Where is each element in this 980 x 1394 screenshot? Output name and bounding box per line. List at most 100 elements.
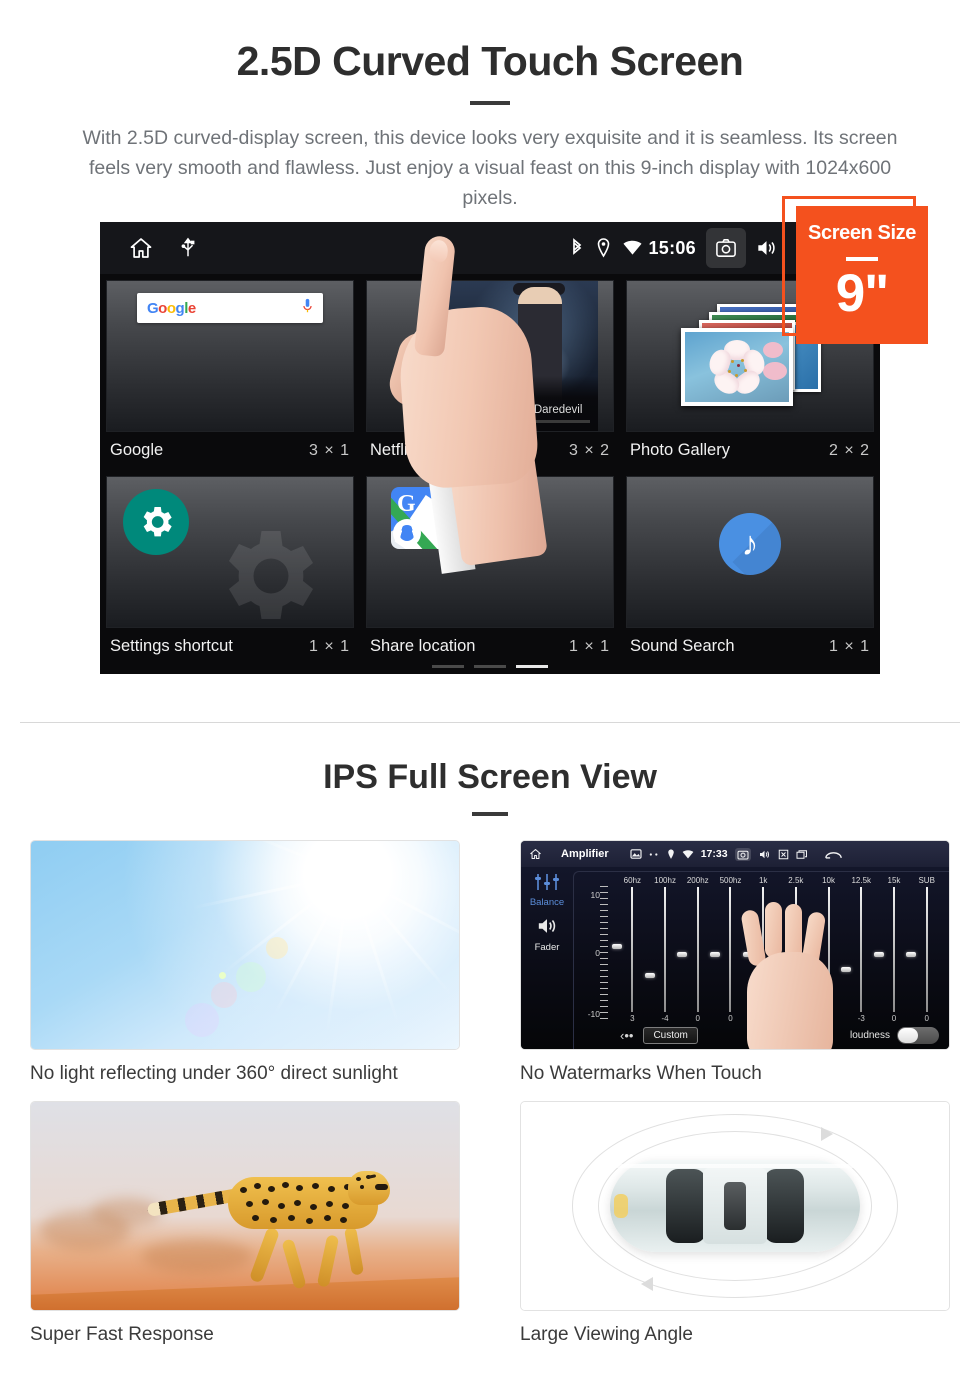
widget-google[interactable]: Google Google 3 × 1 — [100, 274, 360, 470]
sliders-icon[interactable] — [521, 873, 573, 896]
page-dot[interactable] — [474, 665, 506, 668]
wifi-icon[interactable] — [682, 849, 694, 859]
home-icon[interactable] — [128, 236, 154, 260]
speaker-icon[interactable] — [521, 916, 573, 941]
blossom-photo — [681, 328, 793, 406]
more-icon[interactable] — [649, 852, 660, 857]
amplifier-equalizer-screenshot: Amplifier 17:33 Balance Fader 10 0 -10 6… — [520, 840, 950, 1050]
eq-band[interactable]: 200hz 0 — [677, 876, 714, 1023]
section-divider — [20, 722, 960, 723]
location-icon[interactable] — [596, 238, 611, 258]
netflix-widget[interactable]: NETFLIX Continue Marvel's Daredevil — [366, 280, 614, 432]
netflix-brand: NETFLIX — [438, 379, 524, 402]
widget-sound-search[interactable]: ♪ Sound Search 1 × 1 — [620, 470, 880, 666]
volume-icon[interactable] — [746, 228, 786, 268]
eq-band[interactable]: 15k 0 — [873, 876, 911, 1023]
screen-size-badge: Screen Size 9" — [796, 206, 928, 344]
page-dot[interactable] — [432, 665, 464, 668]
panel-caption: Large Viewing Angle — [520, 1324, 693, 1345]
eq-band[interactable]: 60hz 3 — [612, 876, 649, 1023]
gear-icon[interactable] — [123, 489, 189, 555]
widget-label: Photo Gallery — [630, 441, 730, 459]
eq-band-hz: 100hz — [654, 876, 676, 885]
search-input[interactable]: Google — [137, 293, 323, 323]
google-logo: Google — [147, 299, 196, 317]
eq-band-value: 3 — [630, 1014, 635, 1023]
bluetooth-icon[interactable] — [570, 238, 584, 258]
widget-size: 1 × 1 — [568, 637, 610, 655]
feature-panels: No light reflecting under 360° direct su… — [0, 840, 980, 1362]
widget-size: 3 × 1 — [308, 441, 350, 459]
gear-watermark-icon — [191, 516, 341, 627]
widget-share-location[interactable]: G Share location 1 × 1 — [360, 470, 620, 666]
eq-band-value: 0 — [695, 1014, 700, 1023]
netflix-subtitle: Continue Marvel's Daredevil — [438, 404, 583, 416]
eq-band[interactable]: SUB 0 — [906, 876, 943, 1023]
camera-icon[interactable] — [734, 847, 751, 861]
widget-netflix[interactable]: NETFLIX Continue Marvel's Daredevil Netf… — [360, 274, 620, 470]
location-icon[interactable] — [667, 849, 675, 860]
page-dot-active[interactable] — [516, 665, 548, 668]
badge-divider — [846, 257, 878, 261]
back-arrow-icon[interactable]: ‹•• — [620, 1028, 633, 1043]
eq-scale: 10 0 -10 — [582, 886, 612, 1021]
widget-size: 1 × 1 — [828, 637, 870, 655]
preset-button[interactable]: Custom — [643, 1026, 698, 1044]
loudness-label: loudness — [849, 1029, 890, 1041]
back-arrow-icon[interactable] — [824, 849, 842, 860]
eq-band-hz: 60hz — [623, 876, 642, 885]
running-cheetah-photo — [30, 1101, 460, 1311]
widget-label: Share location — [370, 637, 476, 655]
eq-band-value: -3 — [857, 1014, 865, 1023]
product-detail-page: 2.5D Curved Touch Screen With 2.5D curve… — [0, 0, 980, 1394]
car-top-view-illustration — [520, 1101, 950, 1311]
eq-title: Amplifier — [561, 848, 609, 860]
close-box-icon[interactable] — [778, 849, 789, 860]
eq-clock: 17:33 — [700, 848, 728, 860]
title-underline — [470, 101, 510, 105]
progress-bar — [438, 420, 591, 423]
sound-search-widget[interactable]: ♪ — [626, 476, 874, 628]
sunroof — [724, 1182, 746, 1230]
camera-icon[interactable] — [706, 228, 746, 268]
widget-label: Netflix — [370, 441, 416, 459]
wifi-icon[interactable] — [623, 240, 642, 256]
eq-band-hz: 15k — [887, 876, 901, 885]
home-icon[interactable] — [529, 848, 542, 860]
eq-band-value: 0 — [728, 1014, 733, 1023]
eq-band[interactable]: 12.5k -3 — [840, 876, 878, 1023]
gallery-icon[interactable] — [630, 849, 642, 859]
section2-title: IPS Full Screen View — [323, 758, 657, 796]
eq-band-hz: 500hz — [719, 876, 742, 885]
panel-fast-response: Super Fast Response — [0, 1101, 490, 1362]
settings-shortcut-widget[interactable] — [106, 476, 354, 628]
eq-band-value: 0 — [891, 1014, 897, 1023]
google-maps-icon[interactable]: G — [391, 487, 455, 549]
volume-icon[interactable] — [758, 849, 771, 860]
eq-band-hz: 10k — [822, 876, 836, 885]
panel-caption: Super Fast Response — [30, 1324, 214, 1345]
loudness-toggle[interactable] — [897, 1026, 939, 1044]
eq-band-value: -4 — [661, 1014, 669, 1023]
usb-icon[interactable] — [180, 237, 196, 259]
panel-viewing-angle: Large Viewing Angle — [490, 1101, 980, 1362]
share-location-widget[interactable]: G — [366, 476, 614, 628]
eq-balance-label[interactable]: Balance — [521, 897, 573, 908]
recents-icon[interactable] — [796, 849, 808, 860]
play-icon[interactable] — [469, 323, 511, 365]
badge-label: Screen Size — [808, 222, 916, 244]
eq-band-hz: 12.5k — [851, 876, 872, 885]
person-pin-icon — [393, 519, 421, 547]
widget-settings-shortcut[interactable]: Settings shortcut 1 × 1 — [100, 470, 360, 666]
eq-band-value: 0 — [924, 1014, 929, 1023]
page-indicator[interactable] — [100, 665, 880, 668]
status-clock: 15:06 — [648, 237, 696, 258]
eq-band[interactable]: 100hz -4 — [644, 876, 682, 1023]
google-search-widget[interactable]: Google — [106, 280, 354, 432]
music-note-icon[interactable]: ♪ — [719, 513, 781, 575]
eq-band-hz: 1k — [758, 876, 768, 885]
mic-icon[interactable] — [302, 298, 313, 319]
eq-fader-label[interactable]: Fader — [521, 942, 573, 953]
page-title: 2.5D Curved Touch Screen — [236, 38, 744, 84]
eq-scale-bottom: -10 — [587, 1009, 600, 1019]
